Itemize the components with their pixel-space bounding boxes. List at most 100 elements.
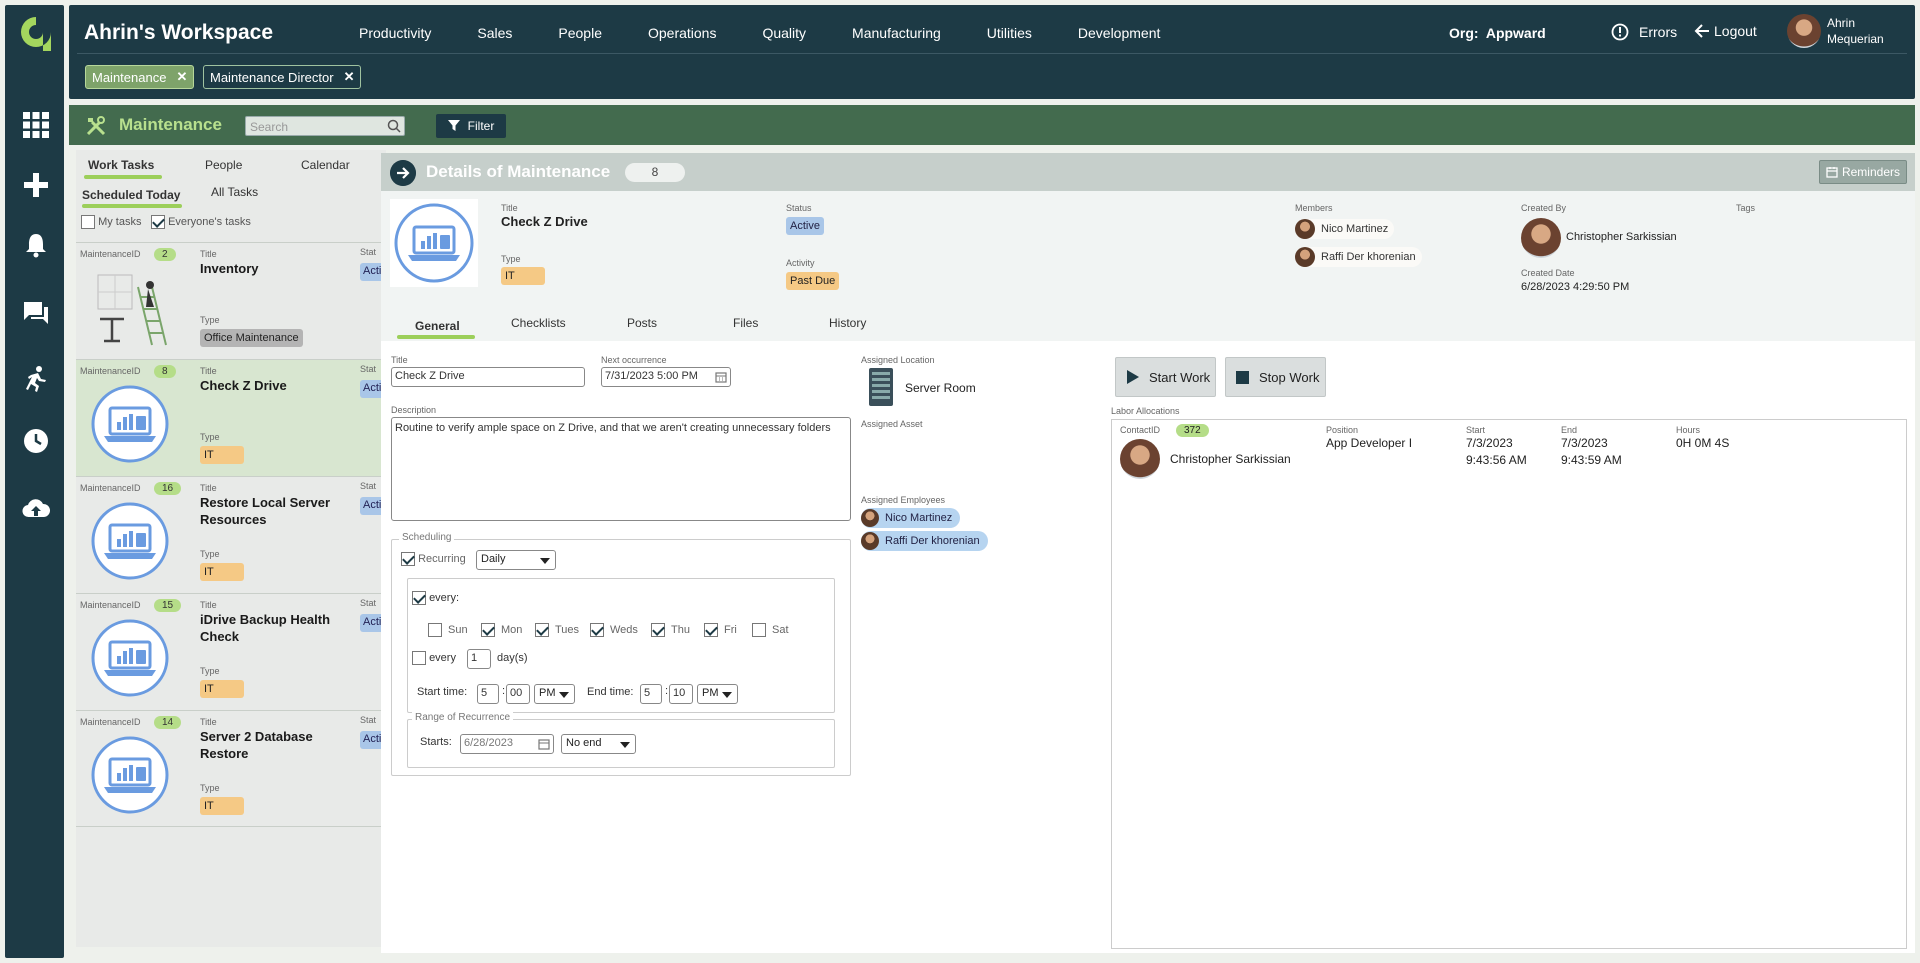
calendar-icon[interactable] [538, 738, 550, 750]
apps-grid-icon[interactable] [22, 111, 50, 139]
my-tasks-toggle[interactable]: My tasks [81, 215, 141, 229]
employee-chip[interactable]: Nico Martinez [861, 508, 961, 528]
every-weekday-toggle[interactable]: every: [412, 591, 459, 605]
frequency-select[interactable]: Daily [476, 550, 556, 570]
member-chip[interactable]: Nico Martinez [1295, 219, 1395, 239]
task-card[interactable]: MaintenanceID 2 Title Inventory Type Off… [76, 242, 386, 359]
nav-sales[interactable]: Sales [477, 25, 512, 41]
weekday-checkbox[interactable] [428, 623, 442, 637]
tags-label: Tags [1736, 203, 1756, 213]
weekday-checkbox[interactable] [590, 623, 604, 637]
logout-button[interactable]: Logout [1694, 23, 1757, 39]
bell-icon[interactable] [22, 231, 50, 259]
start-hour-input[interactable]: 5 [477, 684, 499, 704]
subtab-scheduled-today[interactable]: Scheduled Today [82, 188, 180, 202]
tab-people[interactable]: People [205, 158, 242, 172]
org-selector[interactable]: Org: Appward [1449, 25, 1546, 41]
tab-calendar[interactable]: Calendar [301, 158, 350, 172]
every-n-input[interactable]: 1 [467, 649, 491, 669]
chip-maintenance-director[interactable]: Maintenance Director ✕ [203, 65, 362, 89]
cloud-upload-icon[interactable] [22, 495, 50, 523]
avatar [1295, 219, 1315, 239]
every-n-days-toggle[interactable]: every [412, 651, 456, 665]
search-input[interactable]: Search [245, 116, 405, 136]
recurring-toggle[interactable]: Recurring [401, 552, 466, 566]
task-card[interactable]: MaintenanceID 14 Title Server 2 Database… [76, 710, 386, 827]
end-ampm-select[interactable]: PM [697, 684, 738, 704]
nav-productivity[interactable]: Productivity [359, 25, 431, 41]
end-minute-input[interactable]: 10 [669, 684, 693, 704]
start-minute-input[interactable]: 00 [506, 684, 530, 704]
activity-label: Activity [786, 258, 815, 268]
nav-people[interactable]: People [558, 25, 602, 41]
search-icon[interactable] [387, 119, 401, 133]
user-menu[interactable]: Ahrin Mequerian [1787, 14, 1897, 48]
errors-button[interactable]: Errors [1611, 23, 1677, 41]
weekday-toggle-sat[interactable]: Sat [752, 623, 789, 637]
nav-utilities[interactable]: Utilities [987, 25, 1032, 41]
chat-icon[interactable] [22, 299, 50, 327]
server-rack-icon [869, 368, 893, 406]
tab-files[interactable]: Files [733, 316, 758, 330]
weekday-toggle-mon[interactable]: Mon [481, 623, 522, 637]
my-tasks-checkbox[interactable] [81, 215, 95, 229]
employees-label: Assigned Employees [861, 495, 946, 505]
tab-underline [397, 335, 475, 339]
employee-chip[interactable]: Raffi Der khorenian [861, 531, 988, 551]
every-n-label: every [429, 651, 456, 664]
tab-checklists[interactable]: Checklists [511, 316, 566, 330]
weekday-toggle-tues[interactable]: Tues [535, 623, 579, 637]
filter-button[interactable]: Filter [436, 114, 506, 138]
app-logo-icon[interactable] [19, 15, 53, 53]
plus-icon[interactable] [22, 171, 50, 199]
weekday-checkbox[interactable] [704, 623, 718, 637]
description-textarea[interactable]: Routine to verify ample space on Z Drive… [391, 417, 851, 521]
end-option-select[interactable]: No end [561, 734, 636, 754]
stop-work-button[interactable]: Stop Work [1225, 357, 1326, 397]
clock-icon[interactable] [22, 427, 50, 455]
everyones-tasks-toggle[interactable]: Everyone's tasks [151, 215, 251, 229]
weekday-toggle-sun[interactable]: Sun [428, 623, 468, 637]
tab-general[interactable]: General [415, 319, 460, 333]
weekday-checkbox[interactable] [481, 623, 495, 637]
tab-work-tasks[interactable]: Work Tasks [88, 158, 154, 172]
starts-date-input[interactable]: 6/28/2023 [460, 734, 554, 754]
subtab-all-tasks[interactable]: All Tasks [211, 185, 258, 199]
weekday-checkbox[interactable] [535, 623, 549, 637]
nav-manufacturing[interactable]: Manufacturing [852, 25, 941, 41]
start-ampm-value: PM [539, 687, 556, 699]
workspace-title[interactable]: Ahrin's Workspace [84, 21, 273, 45]
start-ampm-select[interactable]: PM [534, 684, 575, 704]
status-label: Stat [360, 247, 377, 257]
nav-development[interactable]: Development [1078, 25, 1161, 41]
weekday-toggle-weds[interactable]: Weds [590, 623, 638, 637]
every-n-checkbox[interactable] [412, 651, 426, 665]
task-card[interactable]: MaintenanceID 16 Title Restore Local Ser… [76, 476, 386, 593]
weekday-toggle-thu[interactable]: Thu [651, 623, 690, 637]
next-occurrence-input[interactable]: 7/31/2023 5:00 PM [601, 367, 731, 387]
chip-maintenance[interactable]: Maintenance ✕ [85, 65, 195, 89]
recurring-checkbox[interactable] [401, 552, 415, 566]
member-chip[interactable]: Raffi Der khorenian [1295, 247, 1422, 267]
tab-posts[interactable]: Posts [627, 316, 657, 330]
everyones-tasks-checkbox[interactable] [151, 215, 165, 229]
title-input[interactable]: Check Z Drive [391, 367, 585, 387]
tab-history[interactable]: History [829, 316, 866, 330]
arrow-right-icon[interactable] [390, 160, 416, 186]
nav-operations[interactable]: Operations [648, 25, 716, 41]
member-name: Raffi Der khorenian [1321, 251, 1416, 263]
task-card[interactable]: MaintenanceID 15 Title iDrive Backup Hea… [76, 593, 386, 710]
start-work-button[interactable]: Start Work [1115, 357, 1216, 397]
weekday-checkbox[interactable] [752, 623, 766, 637]
weekday-toggle-fri[interactable]: Fri [704, 623, 737, 637]
close-icon[interactable]: ✕ [176, 69, 187, 85]
nav-quality[interactable]: Quality [762, 25, 806, 41]
task-card[interactable]: MaintenanceID 8 Title Check Z Drive Type… [76, 359, 386, 476]
reminders-button[interactable]: Reminders [1818, 160, 1907, 184]
calendar-icon[interactable] [715, 371, 727, 383]
end-hour-input[interactable]: 5 [640, 684, 662, 704]
close-icon[interactable]: ✕ [344, 69, 355, 85]
activity-runner-icon[interactable] [22, 365, 50, 393]
every-checkbox[interactable] [412, 591, 426, 605]
weekday-checkbox[interactable] [651, 623, 665, 637]
